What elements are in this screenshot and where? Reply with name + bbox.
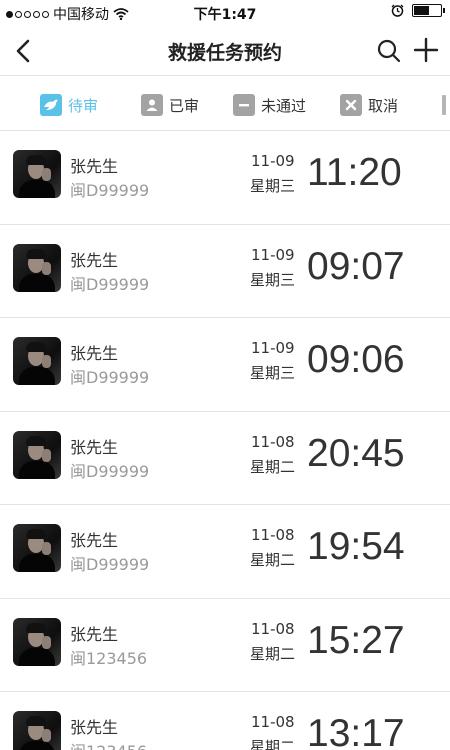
search-icon[interactable] — [376, 38, 402, 64]
reservation-weekday: 星期二 — [250, 457, 296, 476]
reservation-time: 11:20 — [307, 151, 402, 194]
customer-name: 张先生 — [70, 531, 119, 550]
reservation-weekday: 星期三 — [250, 177, 296, 195]
cancel-x-icon — [340, 94, 362, 116]
reservation-time: 15:27 — [307, 618, 405, 662]
tab-pending-label: 待审 — [68, 96, 99, 115]
reservation-row[interactable]: 张先生 闽D99999 11-09 星期三 09:06 — [0, 318, 450, 412]
reservation-row[interactable]: 张先生 闽D99999 11-08 星期二 20:45 — [0, 412, 450, 505]
minus-icon — [233, 94, 255, 116]
reservation-weekday: 星期二 — [250, 551, 296, 569]
status-right — [391, 4, 445, 17]
reservation-list: 张先生 闽D99999 11-09 星期三 11:20 张先生 闽D99999 … — [0, 131, 450, 750]
license-plate: 闽D99999 — [70, 368, 150, 387]
reservation-time: 13:17 — [307, 712, 405, 750]
status-tabs: 待审 已审 未通过 取消 — [0, 77, 450, 131]
reservation-time: 09:07 — [307, 244, 405, 288]
reservation-weekday: 星期二 — [250, 738, 296, 750]
reservation-date: 11-09 — [251, 152, 295, 170]
reservation-row[interactable]: 张先生 闽123456 11-08 星期二 13:17 — [0, 692, 450, 750]
reservation-weekday: 星期二 — [250, 644, 296, 663]
customer-name: 张先生 — [70, 157, 119, 176]
avatar — [13, 430, 61, 479]
license-plate: 闽123456 — [70, 648, 148, 668]
add-icon[interactable] — [412, 36, 440, 64]
avatar — [13, 150, 61, 198]
reservation-time: 09:06 — [307, 338, 405, 381]
customer-name: 张先生 — [70, 344, 119, 363]
customer-name: 张先生 — [70, 437, 119, 457]
license-plate: 闽D99999 — [70, 461, 150, 481]
reservation-date: 11-09 — [251, 339, 295, 357]
license-plate: 闽D99999 — [70, 274, 150, 294]
tab-cancelled[interactable]: 取消 — [340, 93, 398, 117]
customer-name: 张先生 — [70, 624, 119, 644]
pending-bird-icon — [40, 94, 62, 116]
avatar — [13, 243, 61, 292]
tab-pending[interactable]: 待审 — [40, 93, 98, 117]
avatar — [13, 524, 61, 572]
customer-name: 张先生 — [70, 718, 119, 737]
status-time: 下午1:47 — [193, 7, 257, 23]
reservation-row[interactable]: 张先生 闽D99999 11-09 星期三 09:07 — [0, 225, 450, 318]
tab-rejected-label: 未通过 — [261, 96, 307, 115]
reservation-row[interactable]: 张先生 闽D99999 11-09 星期三 11:20 — [0, 131, 450, 225]
reservation-weekday: 星期三 — [250, 364, 296, 382]
license-plate: 闽D99999 — [70, 555, 150, 574]
license-plate: 闽D99999 — [70, 181, 150, 200]
reservation-date: 11-08 — [251, 526, 295, 544]
tab-rejected[interactable]: 未通过 — [233, 93, 306, 117]
avatar — [13, 337, 61, 385]
battery-icon — [412, 4, 445, 17]
tab-reviewed[interactable]: 已审 — [141, 93, 199, 117]
license-plate: 闽123456 — [70, 738, 147, 750]
avatar — [13, 617, 61, 666]
reservation-date: 11-08 — [251, 619, 295, 638]
navigation-bar: 救援任务预约 — [0, 26, 450, 76]
alarm-clock-icon — [391, 4, 404, 17]
status-bar: 中国移动 下午1:47 — [0, 0, 450, 26]
reservation-time: 20:45 — [307, 431, 405, 475]
customer-name: 张先生 — [70, 250, 119, 270]
reservation-weekday: 星期三 — [250, 270, 296, 289]
tab-reviewed-label: 已审 — [169, 96, 200, 115]
reservation-date: 11-08 — [251, 713, 295, 731]
tab-overflow-indicator — [442, 95, 446, 115]
reservation-date: 11-09 — [251, 245, 295, 264]
tab-cancelled-label: 取消 — [368, 96, 399, 115]
reservation-date: 11-08 — [251, 432, 295, 451]
user-icon — [141, 94, 163, 116]
reservation-time: 19:54 — [307, 525, 405, 568]
reservation-row[interactable]: 张先生 闽D99999 11-08 星期二 19:54 — [0, 505, 450, 599]
reservation-row[interactable]: 张先生 闽123456 11-08 星期二 15:27 — [0, 599, 450, 692]
avatar — [13, 711, 61, 750]
